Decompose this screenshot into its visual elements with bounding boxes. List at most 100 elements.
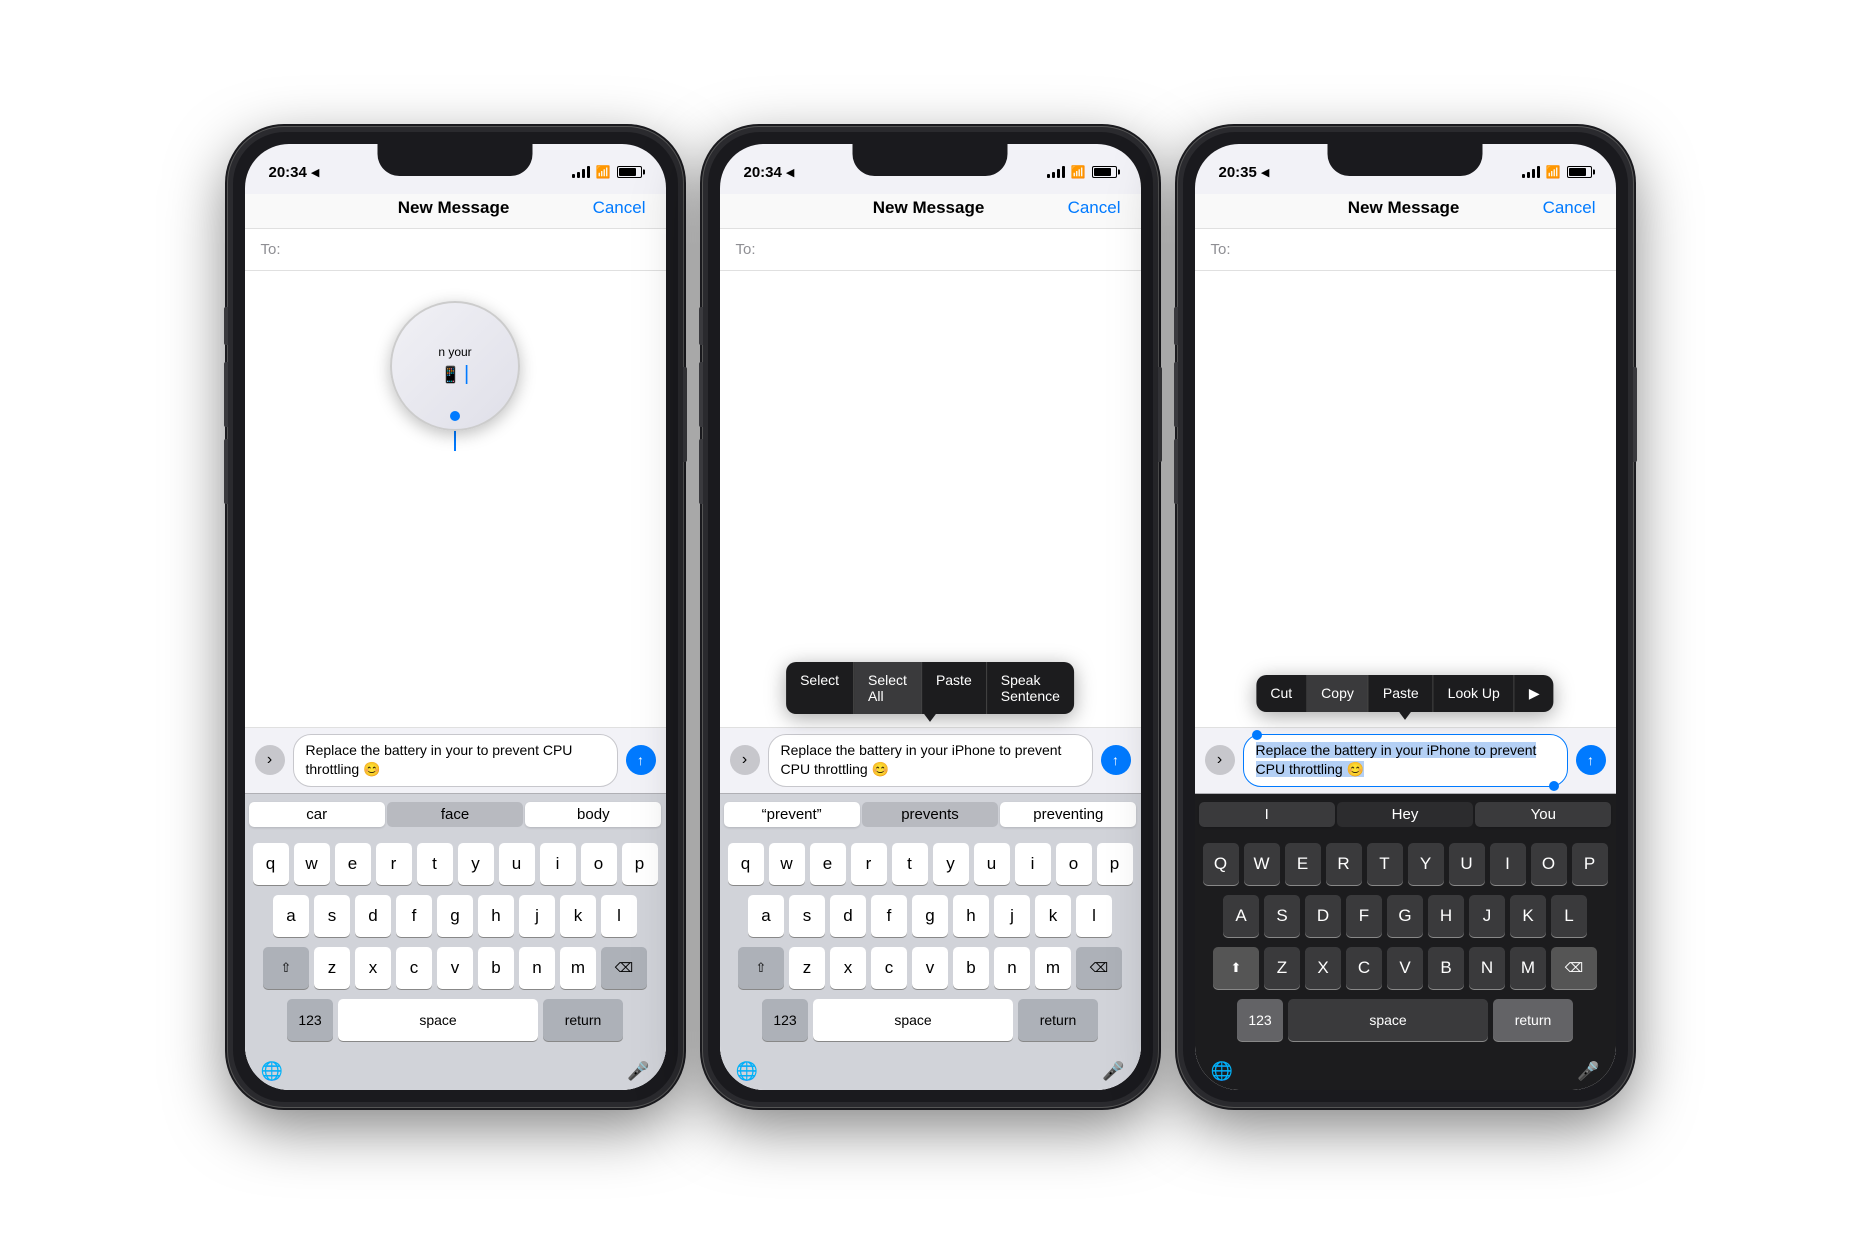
key-2-h[interactable]: h (953, 895, 989, 937)
suggestion-2-1[interactable]: prevents (862, 802, 998, 827)
key-2-q[interactable]: q (728, 843, 764, 885)
send-button-3[interactable]: ↑ (1576, 745, 1606, 775)
key-w[interactable]: w (294, 843, 330, 885)
key-2-x[interactable]: x (830, 947, 866, 989)
key-a[interactable]: a (273, 895, 309, 937)
suggestion-1-0[interactable]: car (249, 802, 385, 827)
key-3-p[interactable]: P (1572, 843, 1608, 885)
suggestion-2-0[interactable]: “prevent” (724, 802, 860, 827)
key-3-h[interactable]: H (1428, 895, 1464, 937)
key-p[interactable]: p (622, 843, 658, 885)
key-z[interactable]: z (314, 947, 350, 989)
cancel-button-1[interactable]: Cancel (593, 198, 646, 218)
to-field-2[interactable]: To: (720, 229, 1141, 271)
key-2-f[interactable]: f (871, 895, 907, 937)
key-2-return[interactable]: return (1018, 999, 1098, 1041)
key-2-d[interactable]: d (830, 895, 866, 937)
globe-icon-1[interactable]: 🌐 (261, 1061, 283, 1082)
mic-icon-3[interactable]: 🎤 (1577, 1061, 1599, 1082)
key-3-return[interactable]: return (1493, 999, 1573, 1041)
globe-icon-3[interactable]: 🌐 (1211, 1061, 1233, 1082)
key-3-space[interactable]: space (1288, 999, 1488, 1041)
key-2-u[interactable]: u (974, 843, 1010, 885)
key-2-b[interactable]: b (953, 947, 989, 989)
key-3-y[interactable]: Y (1408, 843, 1444, 885)
key-2-e[interactable]: e (810, 843, 846, 885)
key-2-i[interactable]: i (1015, 843, 1051, 885)
key-g[interactable]: g (437, 895, 473, 937)
key-3-shift[interactable]: ⬆ (1213, 947, 1259, 989)
menu-more[interactable]: ▶ (1515, 675, 1554, 712)
menu-copy[interactable]: Copy (1307, 675, 1369, 712)
message-input-2[interactable]: Replace the battery in your iPhone to pr… (768, 734, 1093, 787)
suggestion-3-0[interactable]: I (1199, 802, 1335, 827)
key-m[interactable]: m (560, 947, 596, 989)
key-r[interactable]: r (376, 843, 412, 885)
send-button-1[interactable]: ↑ (626, 745, 656, 775)
key-h[interactable]: h (478, 895, 514, 937)
key-3-g[interactable]: G (1387, 895, 1423, 937)
key-2-v[interactable]: v (912, 947, 948, 989)
key-2-t[interactable]: t (892, 843, 928, 885)
globe-icon-2[interactable]: 🌐 (736, 1061, 758, 1082)
menu-look-up[interactable]: Look Up (1434, 675, 1515, 712)
suggestion-3-1[interactable]: Hey (1337, 802, 1473, 827)
key-3-o[interactable]: O (1531, 843, 1567, 885)
key-c[interactable]: c (396, 947, 432, 989)
key-2-s[interactable]: s (789, 895, 825, 937)
key-3-n[interactable]: N (1469, 947, 1505, 989)
key-3-x[interactable]: X (1305, 947, 1341, 989)
key-3-i[interactable]: I (1490, 843, 1526, 885)
key-2-y[interactable]: y (933, 843, 969, 885)
apps-button-3[interactable]: › (1205, 745, 1235, 775)
key-3-z[interactable]: Z (1264, 947, 1300, 989)
menu-paste[interactable]: Paste (1369, 675, 1434, 712)
key-3-r[interactable]: R (1326, 843, 1362, 885)
mic-icon-1[interactable]: 🎤 (627, 1061, 649, 1082)
key-2-m[interactable]: m (1035, 947, 1071, 989)
key-2-o[interactable]: o (1056, 843, 1092, 885)
key-k[interactable]: k (560, 895, 596, 937)
key-u[interactable]: u (499, 843, 535, 885)
key-space[interactable]: space (338, 999, 538, 1041)
key-3-m[interactable]: M (1510, 947, 1546, 989)
apps-button-1[interactable]: › (255, 745, 285, 775)
key-i[interactable]: i (540, 843, 576, 885)
key-shift[interactable]: ⇧ (263, 947, 309, 989)
key-delete[interactable]: ⌫ (601, 947, 647, 989)
key-l[interactable]: l (601, 895, 637, 937)
message-input-1[interactable]: Replace the battery in your to prevent C… (293, 734, 618, 787)
key-2-w[interactable]: w (769, 843, 805, 885)
key-2-delete[interactable]: ⌫ (1076, 947, 1122, 989)
key-3-123[interactable]: 123 (1237, 999, 1283, 1041)
key-j[interactable]: j (519, 895, 555, 937)
menu-speak[interactable]: Speak Sentence (987, 662, 1074, 714)
key-f[interactable]: f (396, 895, 432, 937)
key-v[interactable]: v (437, 947, 473, 989)
key-3-k[interactable]: K (1510, 895, 1546, 937)
key-3-s[interactable]: S (1264, 895, 1300, 937)
suggestion-3-2[interactable]: You (1475, 802, 1611, 827)
suggestion-2-2[interactable]: preventing (1000, 802, 1136, 827)
key-2-n[interactable]: n (994, 947, 1030, 989)
key-2-c[interactable]: c (871, 947, 907, 989)
key-3-j[interactable]: J (1469, 895, 1505, 937)
key-d[interactable]: d (355, 895, 391, 937)
menu-paste[interactable]: Paste (922, 662, 987, 714)
menu-cut[interactable]: Cut (1256, 675, 1307, 712)
to-field-1[interactable]: To: (245, 229, 666, 271)
cancel-button-2[interactable]: Cancel (1068, 198, 1121, 218)
key-2-a[interactable]: a (748, 895, 784, 937)
key-s[interactable]: s (314, 895, 350, 937)
suggestion-1-2[interactable]: body (525, 802, 661, 827)
key-2-g[interactable]: g (912, 895, 948, 937)
key-3-w[interactable]: W (1244, 843, 1280, 885)
key-3-f[interactable]: F (1346, 895, 1382, 937)
cancel-button-3[interactable]: Cancel (1543, 198, 1596, 218)
to-field-3[interactable]: To: (1195, 229, 1616, 271)
key-o[interactable]: o (581, 843, 617, 885)
message-input-3[interactable]: Replace the battery in your iPhone to pr… (1243, 734, 1568, 787)
key-n[interactable]: n (519, 947, 555, 989)
key-3-b[interactable]: B (1428, 947, 1464, 989)
mic-icon-2[interactable]: 🎤 (1102, 1061, 1124, 1082)
